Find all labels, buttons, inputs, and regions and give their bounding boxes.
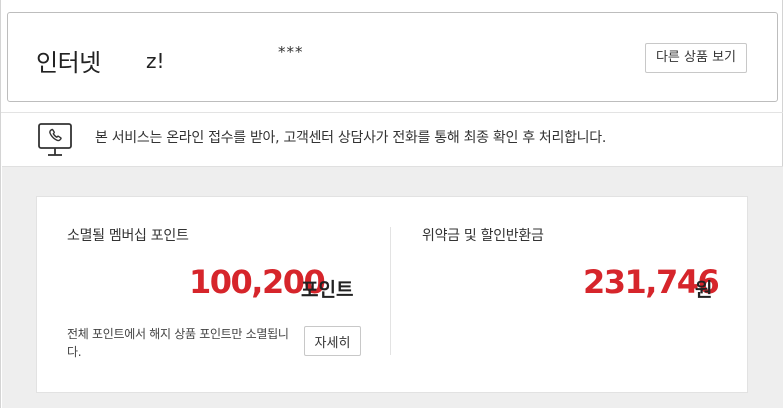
product-name: 인터넷 — [36, 49, 101, 77]
product-suffix: z! — [146, 49, 165, 73]
membership-points-unit: 포인트 — [301, 279, 354, 301]
phone-monitor-icon — [38, 123, 72, 156]
membership-points-label: 소멸될 멤버십 포인트 — [67, 228, 189, 244]
membership-points-desc: 전체 포인트에서 해지 상품 포인트만 소멸됩니다. — [67, 327, 289, 359]
page-frame: 인터넷 z! *** 다른 상품 보기 본 서비스는 온라인 접수를 받아, 고… — [0, 0, 783, 408]
notice-row: 본 서비스는 온라인 접수를 받아, 고객센터 상담사가 전화를 통해 최종 확… — [1, 112, 783, 166]
notice-text: 본 서비스는 온라인 접수를 받아, 고객센터 상담사가 전화를 통해 최종 확… — [95, 130, 606, 146]
product-card: 인터넷 z! *** 다른 상품 보기 — [7, 12, 778, 102]
product-masked-id: *** — [278, 43, 304, 61]
other-product-button[interactable]: 다른 상품 보기 — [644, 43, 747, 73]
detail-button[interactable]: 자세히 — [304, 326, 361, 356]
column-divider — [390, 227, 391, 355]
penalty-unit: 원 — [695, 279, 713, 301]
points-card: 소멸될 멤버십 포인트 100,200 포인트 전체 포인트에서 해지 상품 포… — [36, 196, 748, 393]
penalty-label: 위약금 및 할인반환금 — [422, 228, 544, 244]
